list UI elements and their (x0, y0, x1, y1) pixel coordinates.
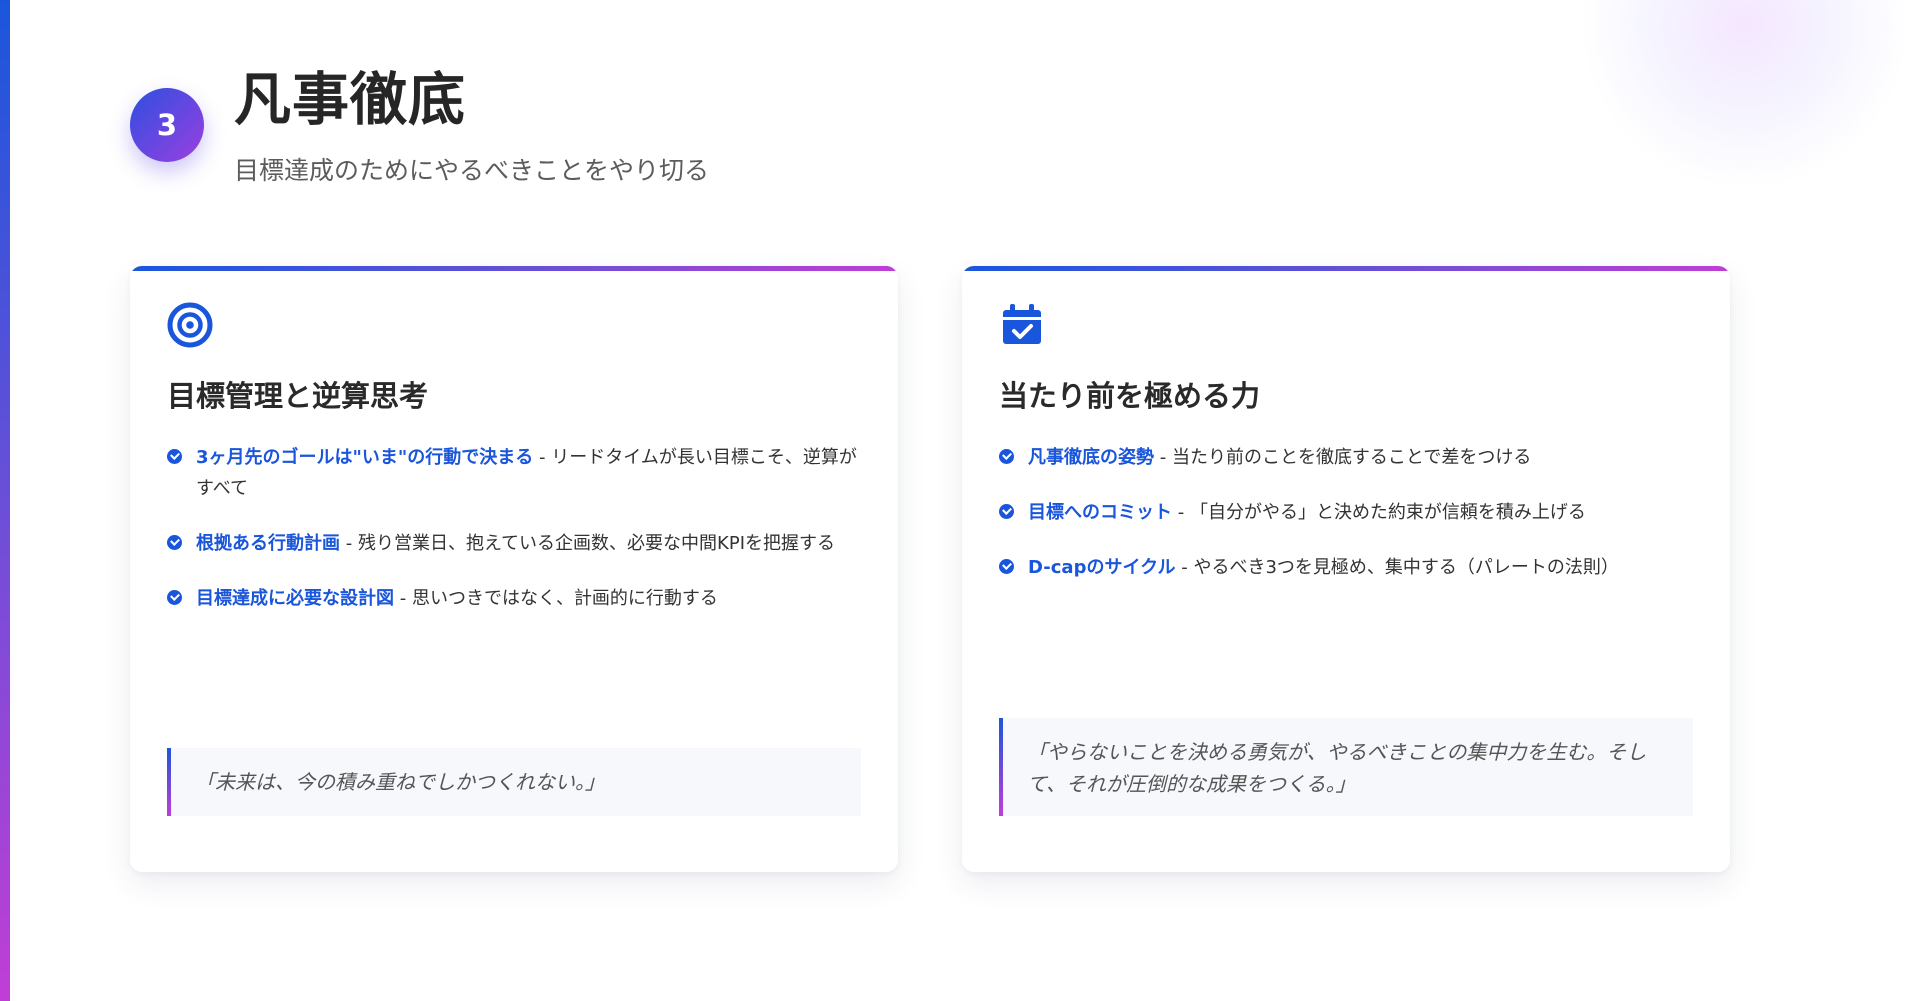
step-number-badge: 3 (130, 88, 204, 162)
bullet-key: D-capのサイクル (1028, 557, 1176, 578)
check-circle-icon (999, 559, 1014, 574)
bullet-text: - 「自分がやる」と決めた約束が信頼を積み上げる (1172, 502, 1586, 523)
target-icon (167, 302, 213, 348)
list-item: 根拠ある行動計画 - 残り営業日、抱えている企画数、必要な中間KPIを把握する (167, 528, 867, 559)
bullet-key: 凡事徹底の姿勢 (1028, 447, 1154, 468)
card-goal-management: 目標管理と逆算思考 3ヶ月先のゴールは"いま"の行動で決まる - リードタイムが… (130, 266, 898, 872)
bullet-text: - やるべき3つを見極め、集中する（パレートの法則） (1175, 557, 1619, 578)
bullet-text: - 残り営業日、抱えている企画数、必要な中間KPIを把握する (340, 533, 836, 554)
check-circle-icon (167, 449, 182, 464)
slide-header: 3 凡事徹底 目標達成のためにやるべきことをやり切る (130, 62, 1030, 202)
bullet-key: 3ヶ月先のゴールは"いま"の行動で決まる (196, 447, 534, 468)
bullet-list: 凡事徹底の姿勢 - 当たり前のことを徹底することで差をつける 目標へのコミット … (999, 442, 1699, 607)
list-item: D-capのサイクル - やるべき3つを見極め、集中する（パレートの法則） (999, 552, 1699, 583)
list-item: 3ヶ月先のゴールは"いま"の行動で決まる - リードタイムが長い目標こそ、逆算が… (167, 442, 867, 504)
card-quote: 「やらないことを決める勇気が、やるべきことの集中力を生む。そして、それが圧倒的な… (999, 718, 1693, 816)
card-accent-line (962, 266, 1730, 271)
card-title: 当たり前を極める力 (999, 379, 1261, 413)
slide-page: 3 凡事徹底 目標達成のためにやるべきことをやり切る 目標管理と逆算思考 3ヶ月… (0, 0, 1920, 1001)
bullet-key: 目標へのコミット (1028, 502, 1172, 523)
card-title: 目標管理と逆算思考 (167, 379, 429, 413)
left-accent-bar (0, 0, 10, 1001)
check-circle-icon (167, 535, 182, 550)
list-item: 目標達成に必要な設計図 - 思いつきではなく、計画的に行動する (167, 583, 867, 614)
check-circle-icon (999, 449, 1014, 464)
bullet-text: - 思いつきではなく、計画的に行動する (394, 588, 718, 609)
decorative-glow (1580, 0, 1910, 190)
check-circle-icon (167, 590, 182, 605)
list-item: 凡事徹底の姿勢 - 当たり前のことを徹底することで差をつける (999, 442, 1699, 473)
calendar-check-icon (1003, 304, 1041, 344)
bullet-text: - 当たり前のことを徹底することで差をつける (1154, 447, 1532, 468)
card-quote: 「未来は、今の積み重ねでしかつくれない。」 (167, 748, 861, 816)
page-title: 凡事徹底 (234, 67, 466, 133)
bullet-key: 根拠ある行動計画 (196, 533, 340, 554)
page-subtitle: 目標達成のためにやるべきことをやり切る (234, 156, 710, 185)
bullet-list: 3ヶ月先のゴールは"いま"の行動で決まる - リードタイムが長い目標こそ、逆算が… (167, 442, 867, 638)
list-item: 目標へのコミット - 「自分がやる」と決めた約束が信頼を積み上げる (999, 497, 1699, 528)
card-mastering-basics: 当たり前を極める力 凡事徹底の姿勢 - 当たり前のことを徹底することで差をつける… (962, 266, 1730, 872)
bullet-key: 目標達成に必要な設計図 (196, 588, 394, 609)
card-accent-line (130, 266, 898, 271)
check-circle-icon (999, 504, 1014, 519)
